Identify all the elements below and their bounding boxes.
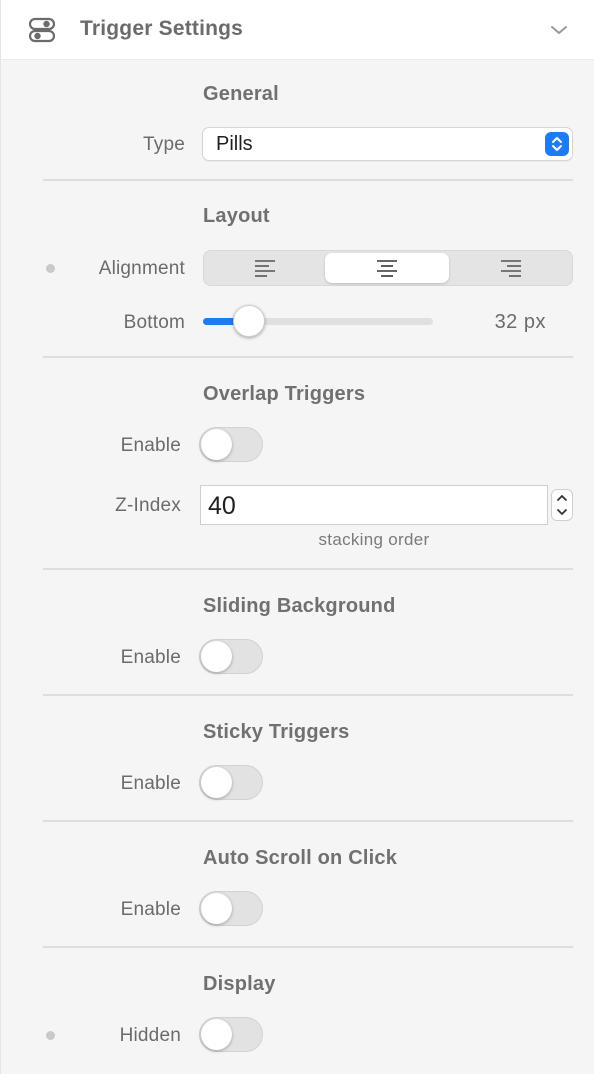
align-right-icon [501,260,521,277]
section-title-auto-scroll: Auto Scroll on Click [203,847,398,869]
hidden-toggle[interactable] [199,1017,263,1052]
hidden-label: Hidden [119,1025,181,1046]
sticky-enable-toggle[interactable] [199,765,263,800]
panel-title: Trigger Settings [80,17,244,40]
toggle-knob [201,641,232,672]
alignment-label: Alignment [98,258,185,279]
type-select-value: Pills [216,133,253,155]
stepper-down-icon[interactable] [556,507,568,517]
align-left-icon [255,260,275,277]
select-arrows-icon [545,132,569,156]
bottom-value: 32 px [494,311,546,333]
sticky-enable-label: Enable [120,773,181,794]
autoscroll-enable-toggle[interactable] [199,891,263,926]
divider [43,179,573,181]
section-title-general: General [203,83,279,105]
trigger-settings-panel: Trigger Settings General Type Pills Layo… [0,0,594,1074]
section-title-sliding-background: Sliding Background [203,595,396,617]
toggle-knob [201,429,232,460]
bottom-slider-thumb[interactable] [233,305,265,337]
autoscroll-enable-label: Enable [120,899,181,920]
divider [43,568,573,570]
section-title-overlap-triggers: Overlap Triggers [203,383,366,405]
section-title-sticky-triggers: Sticky Triggers [203,721,350,743]
toggle-settings-icon [29,17,55,43]
divider [43,694,573,696]
chevron-down-icon[interactable] [549,22,569,38]
divider [43,820,573,822]
toggle-knob [201,893,232,924]
divider [43,356,573,358]
bottom-label: Bottom [123,312,185,333]
stepper-up-icon[interactable] [556,493,568,503]
zindex-label: Z-Index [115,495,181,516]
type-label: Type [143,134,185,155]
zindex-value: 40 [208,492,236,520]
toggle-knob [201,1019,232,1050]
zindex-input[interactable]: 40 [200,485,548,525]
section-title-display: Display [203,973,276,995]
zindex-stepper[interactable] [551,489,573,521]
alignment-segmented-control [203,250,573,286]
align-center-icon [377,260,397,277]
divider [43,946,573,948]
zindex-hint: stacking order [318,530,430,549]
overlap-enable-label: Enable [120,435,181,456]
align-center-button[interactable] [325,253,449,283]
align-left-button[interactable] [204,251,326,285]
sliding-enable-toggle[interactable] [199,639,263,674]
type-select[interactable]: Pills [202,127,573,161]
align-right-button[interactable] [450,251,572,285]
sliding-enable-label: Enable [120,647,181,668]
section-title-layout: Layout [203,205,270,227]
panel-header[interactable]: Trigger Settings [1,0,594,60]
toggle-knob [201,767,232,798]
overlap-enable-toggle[interactable] [199,427,263,462]
